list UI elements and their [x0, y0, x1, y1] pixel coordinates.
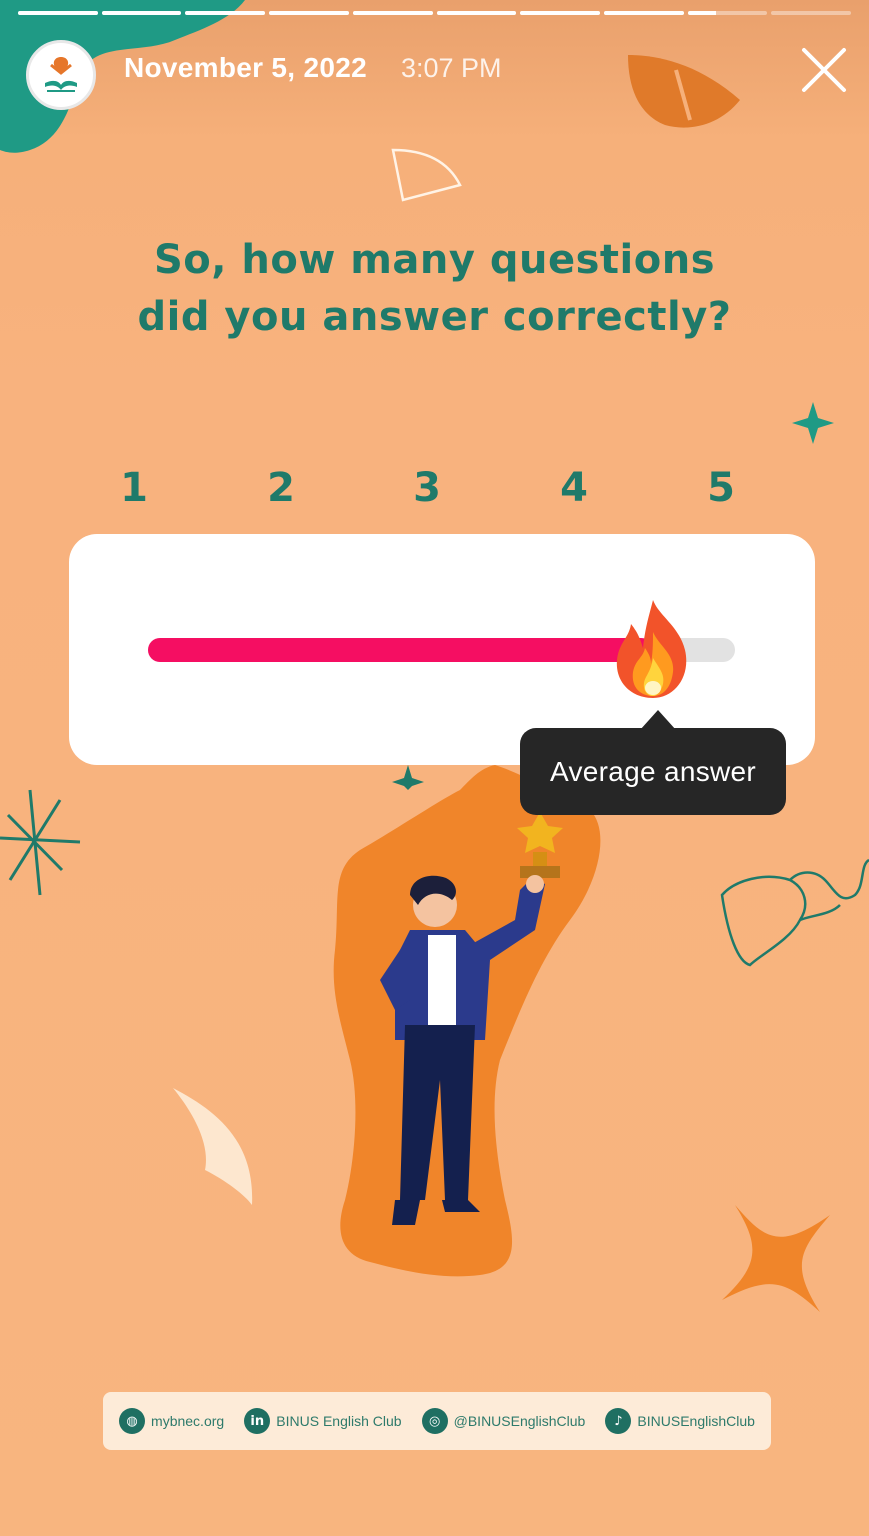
scale-label-4: 4 — [560, 465, 588, 511]
footer-instagram: ◎ @BINUSEnglishClub — [421, 1408, 586, 1434]
footer-website-label: mybnec.org — [151, 1413, 225, 1429]
scale-label-3: 3 — [413, 465, 441, 511]
footer-instagram-label: @BINUSEnglishClub — [453, 1413, 586, 1429]
progress-segment — [101, 11, 182, 15]
question-text: So, how many questions did you answer co… — [0, 232, 869, 346]
scale-label-2: 2 — [267, 465, 295, 511]
club-logo-icon — [45, 57, 77, 92]
footer-tiktok: ♪ BINUSEnglishClub — [605, 1408, 755, 1434]
scale-label-1: 1 — [120, 465, 148, 511]
post-time: 3:07 PM — [401, 53, 502, 83]
instagram-icon: ◎ — [421, 1408, 448, 1434]
tiktok-icon: ♪ — [605, 1408, 632, 1434]
progress-segment — [185, 11, 266, 15]
scale-label-5: 5 — [707, 465, 735, 511]
progress-segment — [771, 11, 852, 15]
progress-segment — [18, 11, 98, 15]
starburst-deco — [0, 789, 81, 896]
progress-segment — [603, 11, 684, 15]
progress-segment — [269, 11, 349, 15]
post-date: November 5, 2022 — [124, 52, 367, 83]
close-icon — [802, 48, 846, 92]
slider-track-fill — [148, 638, 653, 662]
club-logo-avatar[interactable] — [26, 40, 96, 110]
story-progress-bar — [18, 11, 852, 15]
progress-segment — [436, 11, 517, 15]
slider-thumb[interactable] — [609, 598, 697, 702]
progress-segment — [687, 11, 768, 15]
tooltip-arrow — [640, 710, 676, 730]
close-button[interactable] — [798, 44, 850, 96]
social-footer: ◍ mybnec.org in BINUS English Club ◎ @BI… — [103, 1392, 771, 1450]
linkedin-icon: in — [244, 1408, 271, 1434]
footer-tiktok-label: BINUSEnglishClub — [637, 1413, 755, 1429]
story-viewer[interactable]: November 5, 2022 3:07 PM So, how many qu… — [0, 0, 869, 1536]
answer-scale: 1 2 3 4 5 — [0, 465, 869, 515]
progress-segment — [520, 11, 600, 15]
progress-segment — [352, 11, 433, 15]
footer-linkedin-label: BINUS English Club — [276, 1413, 402, 1429]
globe-icon: ◍ — [119, 1408, 146, 1434]
footer-website: ◍ mybnec.org — [119, 1408, 224, 1434]
question-line-1: So, how many questions — [153, 237, 716, 283]
question-line-2: did you answer correctly? — [137, 294, 732, 340]
fire-emoji-icon — [616, 600, 687, 698]
footer-linkedin: in BINUS English Club — [244, 1408, 402, 1434]
average-answer-tooltip: Average answer — [520, 728, 786, 815]
